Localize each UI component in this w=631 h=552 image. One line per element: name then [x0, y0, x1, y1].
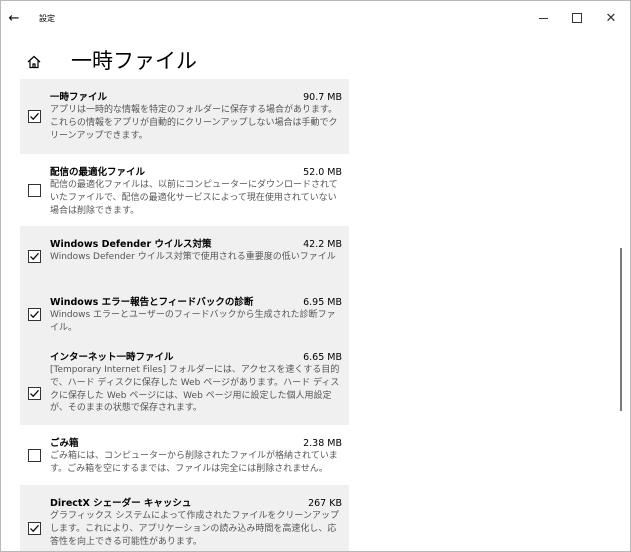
- maximize-button[interactable]: [560, 1, 594, 35]
- item-description: 配信の最適化ファイルは、以前にコンピューターにダウンロードされていたファイルで、…: [50, 180, 338, 216]
- back-arrow-icon: ←: [8, 10, 20, 26]
- item-size: 6.65 MB: [303, 352, 342, 363]
- app-title: 設定: [39, 14, 55, 23]
- item-description: ごみ箱には、コンピューターから削除されたファイルが格納されています。ごみ箱を空に…: [50, 451, 338, 474]
- checkmark-icon: [30, 252, 39, 261]
- item-name: 配信の最適化ファイル: [50, 167, 146, 178]
- item-name: Windows Defender ウイルス対策: [50, 239, 212, 250]
- list-item[interactable]: 一時ファイル 90.7 MB アプリは一時的な情報を特定のフォルダーに保存する場…: [20, 79, 349, 154]
- list-item[interactable]: 配信の最適化ファイル 52.0 MB 配信の最適化ファイルは、以前にコンピュータ…: [20, 154, 349, 226]
- minimize-button[interactable]: [526, 1, 560, 35]
- page-title: 一時ファイル: [71, 49, 197, 73]
- list-item[interactable]: Windows エラー報告とフィードバックの診断 6.95 MB Windows…: [20, 284, 349, 339]
- item-name: ごみ箱: [50, 438, 79, 449]
- maximize-icon: [572, 13, 582, 23]
- item-size: 52.0 MB: [303, 167, 342, 178]
- checkmark-icon: [30, 112, 39, 121]
- checkbox[interactable]: [28, 110, 41, 123]
- close-button[interactable]: ✕: [594, 1, 628, 35]
- checkbox[interactable]: [28, 522, 41, 535]
- item-description: アプリは一時的な情報を特定のフォルダーに保存する場合があります。これらの情報をア…: [50, 105, 338, 141]
- close-icon: ✕: [605, 10, 617, 26]
- item-description: Windows Defender ウイルス対策で使用される重要度の低いファイル: [50, 252, 336, 262]
- item-size: 2.38 MB: [303, 438, 342, 449]
- checkbox[interactable]: [28, 449, 41, 462]
- title-bar: ← 設定 ✕: [1, 1, 630, 35]
- list-item[interactable]: インターネット一時ファイル 6.65 MB [Temporary Interne…: [20, 339, 349, 425]
- checkmark-icon: [30, 524, 39, 533]
- minimize-icon: [538, 17, 548, 19]
- item-size: 90.7 MB: [303, 92, 342, 103]
- page-header: 一時ファイル: [1, 41, 401, 81]
- checkbox[interactable]: [28, 184, 41, 197]
- checkbox[interactable]: [28, 387, 41, 400]
- checkmark-icon: [30, 310, 39, 319]
- checkbox[interactable]: [28, 250, 41, 263]
- list-item[interactable]: ごみ箱 2.38 MB ごみ箱には、コンピューターから削除されたファイルが格納さ…: [20, 425, 349, 485]
- item-size: 6.95 MB: [303, 297, 342, 308]
- settings-window: ← 設定 ✕ 一時ファイル 一時ファイル 90.7 MB アプリは一時的な情報を…: [0, 0, 631, 552]
- home-icon[interactable]: [26, 54, 42, 70]
- item-description: [Temporary Internet Files] フォルダーには、アクセスを…: [50, 365, 340, 414]
- item-name: DirectX シェーダー キャッシュ: [50, 498, 192, 509]
- back-button[interactable]: ←: [1, 1, 27, 35]
- item-name: Windows エラー報告とフィードバックの診断: [50, 297, 254, 308]
- checkbox[interactable]: [28, 308, 41, 321]
- item-name: 一時ファイル: [50, 92, 108, 103]
- item-size: 42.2 MB: [303, 239, 342, 250]
- scrollbar-thumb[interactable]: [620, 248, 622, 411]
- item-description: グラフィックス システムによって作成されたファイルをクリーンアップします。これに…: [50, 511, 339, 547]
- list-item[interactable]: Windows Defender ウイルス対策 42.2 MB Windows …: [20, 226, 349, 284]
- item-size: 267 KB: [308, 498, 342, 509]
- list-item[interactable]: DirectX シェーダー キャッシュ 267 KB グラフィックス システムに…: [20, 485, 349, 551]
- checkmark-icon: [30, 389, 39, 398]
- temp-file-list: 一時ファイル 90.7 MB アプリは一時的な情報を特定のフォルダーに保存する場…: [20, 79, 349, 551]
- item-name: インターネット一時ファイル: [50, 352, 174, 363]
- item-description: Windows エラーとユーザーのフィードバックから生成された診断ファイル。: [50, 310, 336, 333]
